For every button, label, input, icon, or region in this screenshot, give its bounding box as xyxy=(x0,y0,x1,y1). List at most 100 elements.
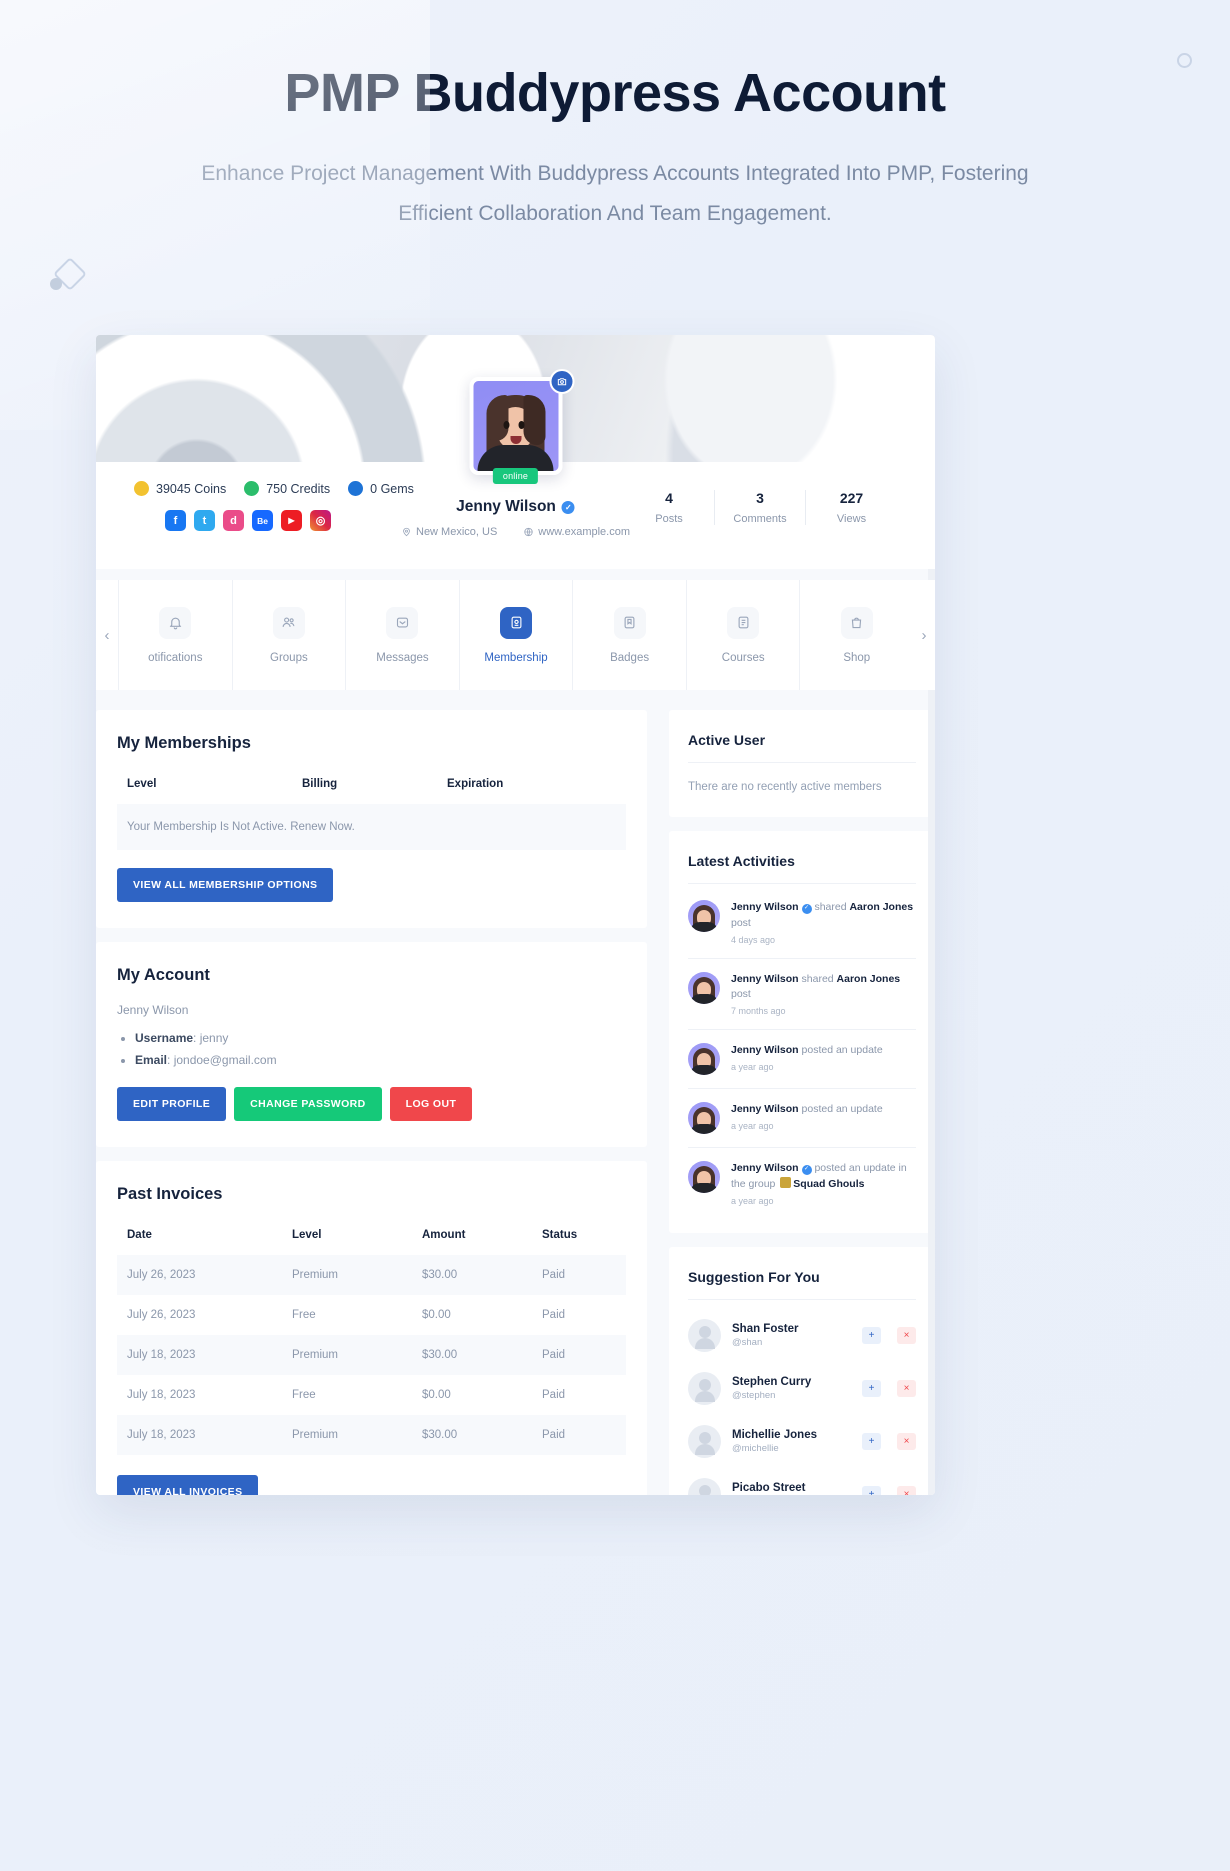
tab-notifications[interactable]: otifications xyxy=(118,580,232,690)
profile-location: New Mexico, US xyxy=(401,526,497,538)
avatar xyxy=(688,971,720,1004)
suggestion-handle: @stephen xyxy=(732,1389,776,1401)
avatar xyxy=(688,1043,720,1075)
tabs-scroll-right-icon[interactable]: › xyxy=(913,580,935,690)
cell-status: Paid xyxy=(532,1255,626,1295)
invoices-title: Past Invoices xyxy=(117,1185,223,1203)
cell-date: July 26, 2023 xyxy=(127,1309,196,1321)
profile-identity: Jenny Wilson ✓ New Mexico, US www.exampl… xyxy=(401,498,630,538)
currency-coins-label: 39045 Coins xyxy=(156,481,227,496)
table-row: July 18, 2023 Premium $30.00 Paid xyxy=(117,1415,626,1455)
tabs-scroll-left-icon[interactable]: ‹ xyxy=(96,580,118,690)
active-user-card: Active User There are no recently active… xyxy=(669,710,935,817)
memberships-card: My Memberships Level Billing Expiration … xyxy=(96,710,647,928)
invoices-table-body: July 26, 2023 Premium $30.00 Paid July 26, … xyxy=(117,1255,626,1455)
table-row: July 26, 2023 Free $0.00 Paid xyxy=(117,1295,626,1335)
camera-icon[interactable] xyxy=(549,369,574,394)
add-friend-button[interactable]: + xyxy=(862,1485,881,1495)
bookmark-icon xyxy=(613,606,646,639)
cell-level: Premium xyxy=(282,1335,412,1375)
stat-posts-label: Posts xyxy=(655,513,683,525)
username-label: Username xyxy=(135,1031,194,1045)
activity-time: a year ago xyxy=(731,1195,774,1206)
list-item[interactable]: Jenny Wilson posted an update a year ago xyxy=(688,1089,916,1148)
table-row: July 18, 2023 Free $0.00 Paid xyxy=(117,1375,626,1415)
table-header-row: Date Level Amount Status xyxy=(117,1229,626,1255)
social-behance-icon[interactable]: Be xyxy=(252,510,273,531)
tab-courses[interactable]: Courses xyxy=(685,580,800,690)
edit-profile-button[interactable]: EDIT PROFILE xyxy=(117,1087,227,1121)
cell-date: July 18, 2023 xyxy=(117,1335,282,1375)
social-dribbble-icon[interactable]: d xyxy=(223,510,244,531)
social-instagram-icon[interactable]: ◎ xyxy=(310,510,331,531)
logout-button[interactable]: LOG OUT xyxy=(389,1087,473,1121)
list-item[interactable]: Jenny Wilson ✓ posted an update in the g… xyxy=(688,1148,916,1219)
list-item[interactable]: Jenny Wilson shared Aaron Jones post 7 m… xyxy=(688,959,916,1030)
list-item[interactable]: Michellie Jones @michellie + × xyxy=(688,1415,916,1468)
currency-gems-label: 0 Gems xyxy=(370,481,414,496)
list-item[interactable]: Shan Foster @shan + × xyxy=(688,1309,916,1362)
tab-membership[interactable]: Membership xyxy=(458,580,573,690)
email-label: Email xyxy=(135,1053,168,1067)
social-youtube-icon[interactable]: ▶ xyxy=(281,510,302,531)
view-all-membership-options-button[interactable]: VIEW ALL MEMBERSHIP OPTIONS xyxy=(117,868,334,902)
change-password-button[interactable]: CHANGE PASSWORD xyxy=(234,1087,382,1121)
suggestion-name: Michellie Jones xyxy=(732,1428,818,1441)
currency-credits: 750 Credits xyxy=(244,481,330,496)
profile-website[interactable]: www.example.com xyxy=(523,526,630,538)
tab-badges-label: Badges xyxy=(610,651,650,664)
left-column: My Memberships Level Billing Expiration … xyxy=(96,710,647,1495)
tab-badges[interactable]: Badges xyxy=(572,580,686,690)
stat-comments-label: Comments xyxy=(733,513,787,525)
latest-activities-title: Latest Activities xyxy=(688,853,916,884)
stat-views: 227 Views xyxy=(806,490,897,525)
dismiss-suggestion-button[interactable]: × xyxy=(897,1379,916,1397)
activity-target: Aaron Jones xyxy=(849,901,914,913)
view-all-invoices-button[interactable]: VIEW ALL INVOICES xyxy=(117,1475,259,1495)
invoices-card: Past Invoices Date Level Amount Status J… xyxy=(96,1161,647,1495)
cell-amount: $30.00 xyxy=(412,1335,532,1375)
cell-amount: $0.00 xyxy=(422,1389,451,1401)
stat-comments: 3 Comments xyxy=(715,490,806,525)
tab-messages[interactable]: Messages xyxy=(345,580,459,690)
activity-action: shared xyxy=(814,901,847,913)
dismiss-suggestion-button[interactable]: × xyxy=(897,1485,916,1495)
verified-badge-icon: ✓ xyxy=(561,500,575,514)
dismiss-suggestion-button[interactable]: × xyxy=(897,1326,916,1344)
col-level: Level xyxy=(127,778,157,790)
cell-level: Free xyxy=(292,1389,316,1401)
account-display-name: Jenny Wilson xyxy=(117,1003,189,1017)
suggestion-name: Picabo Street xyxy=(732,1481,806,1494)
list-item[interactable]: Jenny Wilson posted an update a year ago xyxy=(688,1030,916,1089)
add-friend-button[interactable]: + xyxy=(862,1379,881,1397)
username-value: jenny xyxy=(199,1031,229,1045)
list-item[interactable]: Picabo Street @picabo + × xyxy=(688,1468,916,1495)
tab-courses-label: Courses xyxy=(721,651,765,664)
currency-coins: 39045 Coins xyxy=(134,481,226,496)
stat-comments-value: 3 xyxy=(756,490,764,506)
course-icon xyxy=(727,606,760,639)
activity-suffix: post xyxy=(731,916,751,929)
dismiss-suggestion-button[interactable]: × xyxy=(897,1432,916,1450)
coin-icon xyxy=(134,481,149,496)
activity-user: Jenny Wilson xyxy=(731,1103,799,1115)
bag-icon xyxy=(840,606,873,639)
social-facebook-icon[interactable]: f xyxy=(165,510,186,531)
group-avatar-icon xyxy=(780,1176,792,1188)
add-friend-button[interactable]: + xyxy=(862,1432,881,1450)
active-user-title: Active User xyxy=(688,732,916,763)
account-actions: EDIT PROFILE CHANGE PASSWORD LOG OUT xyxy=(117,1087,626,1121)
list-item[interactable]: Jenny Wilson ✓ shared Aaron Jones post 4… xyxy=(688,887,916,959)
suggestion-name: Stephen Curry xyxy=(732,1375,812,1388)
avatar[interactable] xyxy=(469,377,562,475)
memberships-table: Level Billing Expiration Your Membership… xyxy=(117,778,626,850)
account-details-list: Username: jenny Email: jondoe@gmail.com xyxy=(135,1031,626,1067)
tab-shop[interactable]: Shop xyxy=(799,580,913,690)
add-friend-button[interactable]: + xyxy=(862,1326,881,1344)
activity-suffix: post xyxy=(731,988,751,1001)
activity-group: Squad Ghouls xyxy=(793,1177,865,1190)
list-item[interactable]: Stephen Curry @stephen + × xyxy=(688,1362,916,1415)
table-row: July 18, 2023 Premium $30.00 Paid xyxy=(117,1335,626,1375)
social-twitter-icon[interactable]: t xyxy=(194,510,215,531)
tab-groups[interactable]: Groups xyxy=(231,580,346,690)
